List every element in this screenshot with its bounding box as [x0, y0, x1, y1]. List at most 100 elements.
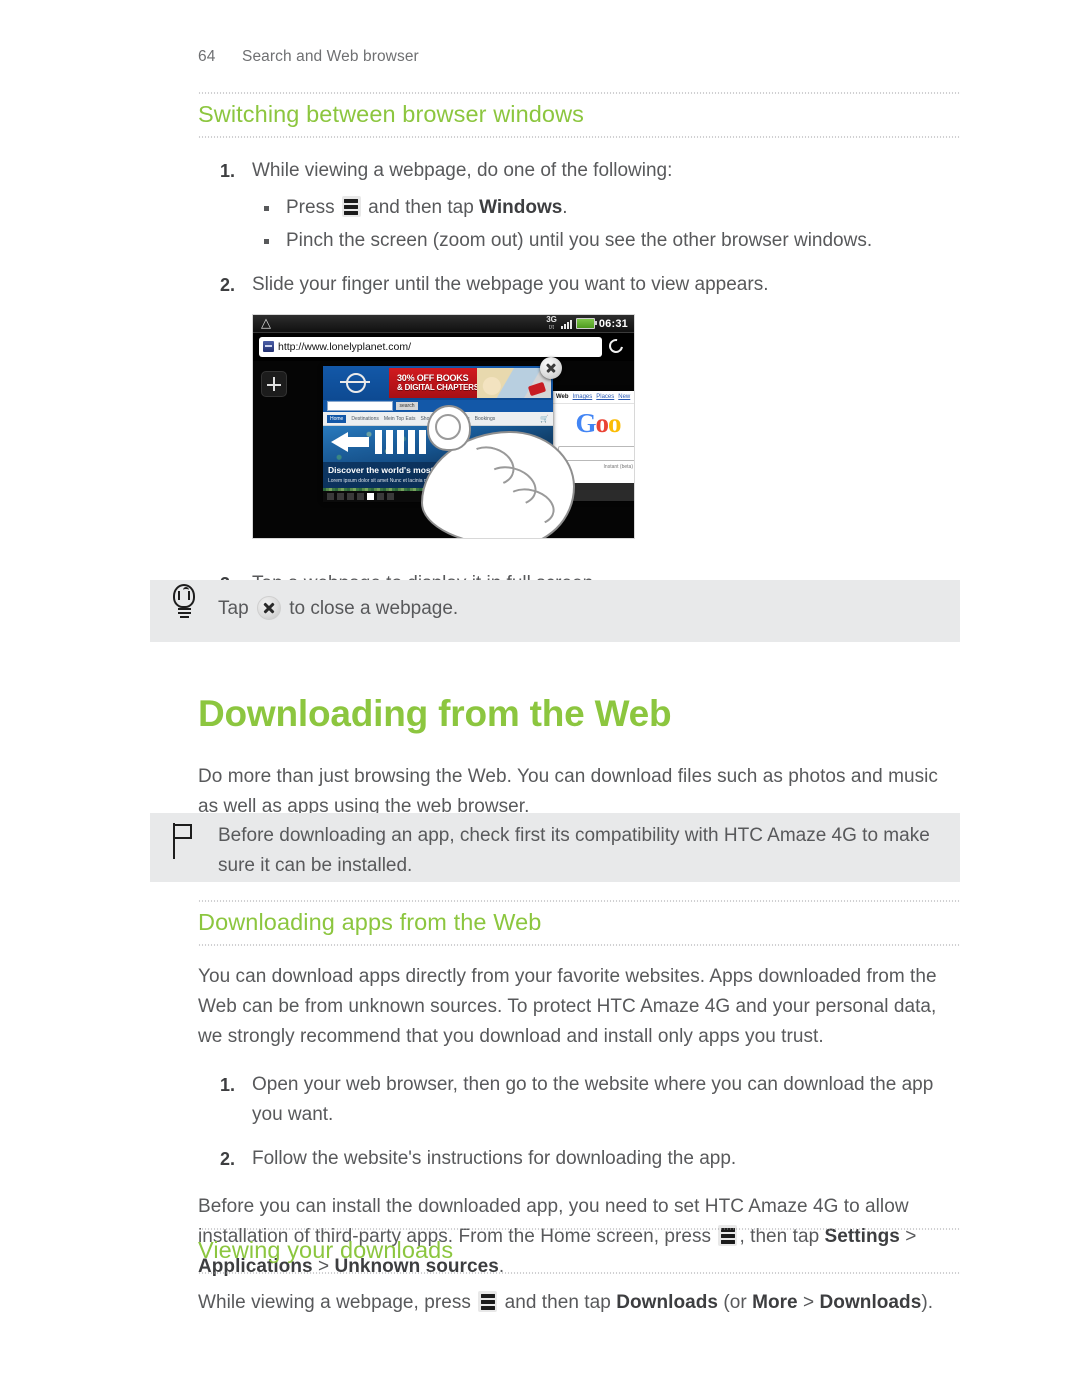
tab-thumbnail-google[interactable]: Web Images Places New Goo Instant (beta)…	[553, 391, 634, 502]
bullet1-mid-text: and then tap	[368, 197, 474, 219]
status-indicators: 3G t/t 06:31	[546, 315, 628, 332]
downloading-section: Downloading from the Web Do more than ju…	[198, 692, 960, 822]
lightbulb-icon	[171, 584, 197, 620]
url-input[interactable]: http://www.lonelyplanet.com/	[259, 336, 602, 357]
warning-triangle-icon: △	[261, 315, 271, 331]
note-icon-wrap	[150, 813, 218, 859]
hero-caption-text: Discover the world's most beautiful b	[328, 465, 479, 476]
viewing-paragraph: While viewing a webpage, press and then …	[198, 1288, 960, 1318]
site-nav-bookings[interactable]: Bookings	[475, 416, 496, 422]
bullet1-end-text: .	[562, 197, 568, 219]
promo-line-1: 30% OFF BOOKS	[397, 373, 469, 384]
swipe-gesture-arrow	[331, 429, 471, 455]
apps-section: Downloading apps from the Web You can do…	[198, 900, 960, 1282]
menu-icon	[478, 1291, 498, 1313]
viewing-section: Viewing your downloads While viewing a w…	[198, 1228, 960, 1318]
network-sublabel: t/t	[549, 324, 555, 331]
google-nav-places: Places	[596, 394, 615, 401]
switching-bullet-1: Press and then tap Windows.	[252, 192, 960, 223]
bullet1-pre-text: Press	[286, 197, 335, 219]
close-tab-button[interactable]	[540, 357, 562, 380]
network-type-indicator: 3G t/t	[546, 314, 557, 332]
manual-page: 64 Search and Web browser Switching betwe…	[0, 0, 1080, 1397]
google-logo: Goo	[575, 407, 621, 438]
network-label: 3G	[546, 314, 557, 324]
site-nav-deals[interactable]: Deals	[437, 416, 450, 422]
running-header: 64 Search and Web browser	[198, 48, 419, 66]
favicon-icon	[263, 341, 274, 353]
rule-above-switching	[198, 92, 960, 94]
site-nav: Home Destinations Mein Top Eats Shop Dea…	[323, 412, 553, 427]
running-head-title: Search and Web browser	[242, 48, 419, 65]
flag-icon	[171, 823, 197, 859]
switching-bullet-list: Press and then tap Windows. Pinch the sc…	[252, 192, 960, 256]
viewing-end-text: ).	[921, 1292, 934, 1314]
heading-downloading-apps-from-the-web: Downloading apps from the Web	[198, 909, 542, 935]
apps-intro-paragraph: You can download apps directly from your…	[198, 966, 937, 1048]
hero-pager[interactable]	[323, 491, 553, 503]
status-clock: 06:31	[598, 317, 628, 330]
heading-downloading-from-the-web: Downloading from the Web	[198, 693, 672, 734]
tip-text: Tap to close a webpage.	[218, 580, 960, 624]
google-nav-images: Images	[572, 394, 593, 401]
viewing-bold-more: More	[752, 1292, 798, 1314]
browser-url-bar[interactable]: http://www.lonelyplanet.com/	[253, 333, 634, 361]
site-search-button[interactable]: search	[396, 402, 418, 411]
promo-line-2: & DIGITAL CHAPTERS	[397, 383, 479, 393]
site-search-row: search	[323, 400, 553, 413]
rule-above-viewing	[198, 1228, 960, 1230]
google-search-box[interactable]	[558, 446, 634, 462]
google-nav: Web Images Places New	[553, 391, 634, 405]
cart-icon[interactable]: 🛒	[540, 415, 549, 423]
note-callout: Before downloading an app, check first i…	[150, 813, 960, 882]
apps-steps-list: Open your web browser, then go to the we…	[198, 1070, 960, 1174]
heading-viewing-your-downloads: Viewing your downloads	[198, 1237, 454, 1263]
tip-callout: Tap to close a webpage.	[150, 580, 960, 642]
heading-switching-between-browser-windows: Switching between browser windows	[198, 101, 585, 127]
switching-step-1-text: While viewing a webpage, do one of the f…	[252, 160, 673, 182]
content-column: Switching between browser windows While …	[198, 92, 960, 599]
google-footer	[553, 483, 634, 502]
promo-text: 30% OFF BOOKS & DIGITAL CHAPTERS	[389, 373, 479, 393]
lonelyplanet-logo	[323, 366, 389, 400]
site-nav-shop[interactable]: Shop	[420, 416, 432, 422]
menu-icon	[341, 196, 361, 218]
tip-icon-wrap	[150, 580, 218, 620]
phone-screenshot: △ 3G t/t 06:31 http://www.lonelyplanet.c…	[252, 314, 635, 540]
tip-text-pre: Tap	[218, 598, 249, 619]
viewing-pre-text: While viewing a webpage, press	[198, 1292, 471, 1314]
add-tab-button[interactable]	[261, 371, 287, 398]
rule-below-switching	[198, 136, 960, 139]
google-nav-new: New	[618, 394, 631, 401]
apps-step-1: Open your web browser, then go to the we…	[220, 1070, 934, 1126]
switching-step-1: While viewing a webpage, do one of the f…	[198, 156, 960, 256]
signal-bars-icon	[560, 319, 572, 329]
rule-below-apps	[198, 944, 960, 947]
reload-icon[interactable]	[606, 336, 628, 358]
site-nav-flights[interactable]: Flights	[455, 416, 470, 422]
page-number: 64	[198, 48, 216, 65]
switching-steps-list: While viewing a webpage, do one of the f…	[198, 156, 960, 300]
site-search-input[interactable]	[327, 401, 393, 412]
viewing-mid-text: and then tap	[504, 1292, 611, 1314]
viewing-bold-downloads-2: Downloads	[819, 1292, 922, 1314]
note-text: Before downloading an app, check first i…	[218, 825, 930, 876]
rule-above-apps	[198, 900, 960, 902]
promo-banner[interactable]: 30% OFF BOOKS & DIGITAL CHAPTERS	[389, 368, 551, 399]
site-nav-destinations[interactable]: Destinations	[351, 416, 379, 422]
site-nav-meintopeats[interactable]: Mein Top Eats	[384, 416, 416, 422]
close-circle-icon	[256, 596, 281, 620]
browser-tabs-canvas: Web Images Places New Goo Instant (beta)…	[253, 357, 634, 539]
phone-status-bar: △ 3G t/t 06:31	[253, 315, 634, 334]
bullet1-bold-windows: Windows	[479, 197, 563, 219]
switching-step-2: Slide your finger until the webpage you …	[220, 270, 769, 300]
switching-bullet-2: Pinch the screen (zoom out) until you se…	[252, 225, 960, 256]
url-text: http://www.lonelyplanet.com/	[278, 340, 412, 353]
screenshot-wrapper: △ 3G t/t 06:31 http://www.lonelyplanet.c…	[198, 314, 960, 540]
tip-text-post: to close a webpage.	[289, 598, 459, 619]
viewing-bold-downloads: Downloads	[616, 1292, 719, 1314]
hero-subcaption-text: Lorem ipsum dolor sit amet Nunc et lacin…	[328, 478, 466, 485]
google-nav-active: Web	[556, 394, 569, 401]
site-nav-home[interactable]: Home	[327, 414, 347, 423]
apps-step-2: Follow the website's instructions for do…	[220, 1144, 737, 1174]
